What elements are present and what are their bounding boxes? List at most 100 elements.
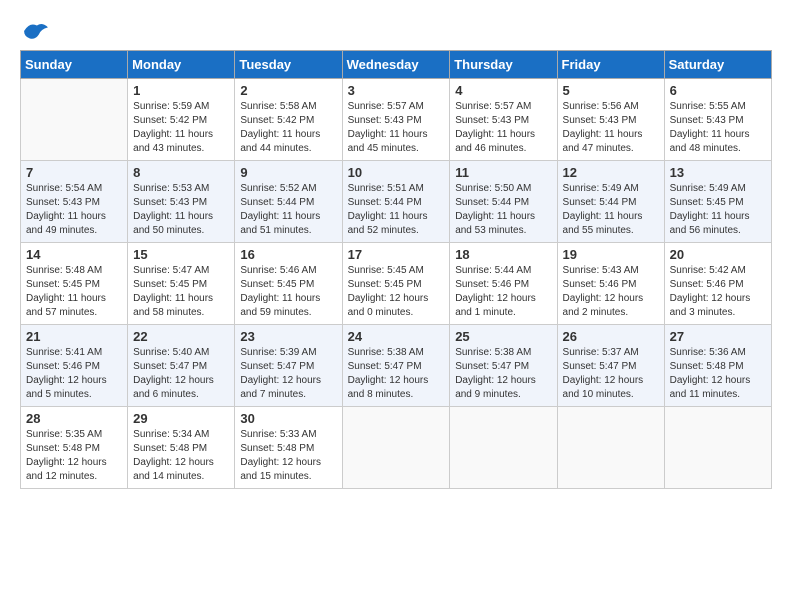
- calendar-day-cell: 18 Sunrise: 5:44 AM Sunset: 5:46 PM Dayli…: [450, 243, 557, 325]
- calendar-day-cell: 26Sunrise: 5:37 AM Sunset: 5:47 PM Dayli…: [557, 325, 664, 407]
- day-of-week-header: Sunday: [21, 51, 128, 79]
- calendar-header-row: SundayMondayTuesdayWednesdayThursdayFrid…: [21, 51, 772, 79]
- page-header: [20, 20, 772, 42]
- day-info: Sunrise: 5:42 AM Sunset: 5:46 PM Dayligh…: [670, 264, 766, 320]
- calendar-week-row: 1 Sunrise: 5:59 AM Sunset: 5:42 PM Daylig…: [21, 79, 772, 161]
- day-info: Sunrise: 5:46 AM Sunset: 5:45 PM Dayligh…: [240, 264, 336, 320]
- calendar-day-cell: 2 Sunrise: 5:58 AM Sunset: 5:42 PM Daylig…: [235, 79, 342, 161]
- day-of-week-header: Monday: [128, 51, 235, 79]
- calendar-week-row: 7 Sunrise: 5:54 AM Sunset: 5:43 PM Daylig…: [21, 161, 772, 243]
- calendar-week-row: 14 Sunrise: 5:48 AM Sunset: 5:45 PM Dayli…: [21, 243, 772, 325]
- day-info: Sunrise: 5:52 AM Sunset: 5:44 PM Dayligh…: [240, 182, 336, 238]
- calendar-day-cell: 14 Sunrise: 5:48 AM Sunset: 5:45 PM Dayli…: [21, 243, 128, 325]
- day-info: Sunrise: 5:47 AM Sunset: 5:45 PM Dayligh…: [133, 264, 229, 320]
- day-info: Sunrise: 5:57 AM Sunset: 5:43 PM Dayligh…: [455, 100, 551, 156]
- day-number: 25: [455, 329, 551, 344]
- calendar-day-cell: 10Sunrise: 5:51 AM Sunset: 5:44 PM Dayli…: [342, 161, 450, 243]
- day-number: 29: [133, 411, 229, 426]
- day-info: Sunrise: 5:40 AM Sunset: 5:47 PM Dayligh…: [133, 346, 229, 402]
- day-info: Sunrise: 5:38 AM Sunset: 5:47 PM Dayligh…: [348, 346, 445, 402]
- day-number: 12: [563, 165, 659, 180]
- calendar-week-row: 28 Sunrise: 5:35 AM Sunset: 5:48 PM Dayli…: [21, 407, 772, 489]
- day-info: Sunrise: 5:49 AM Sunset: 5:45 PM Dayligh…: [670, 182, 766, 238]
- day-info: Sunrise: 5:55 AM Sunset: 5:43 PM Dayligh…: [670, 100, 766, 156]
- day-number: 6: [670, 83, 766, 98]
- calendar-day-cell: 25 Sunrise: 5:38 AM Sunset: 5:47 PM Dayli…: [450, 325, 557, 407]
- day-number: 28: [26, 411, 122, 426]
- day-of-week-header: Saturday: [664, 51, 771, 79]
- day-number: 21: [26, 329, 122, 344]
- calendar-day-cell: 23 Sunrise: 5:39 AM Sunset: 5:47 PM Dayli…: [235, 325, 342, 407]
- calendar-day-cell: 7 Sunrise: 5:54 AM Sunset: 5:43 PM Daylig…: [21, 161, 128, 243]
- day-info: Sunrise: 5:38 AM Sunset: 5:47 PM Dayligh…: [455, 346, 551, 402]
- day-number: 20: [670, 247, 766, 262]
- calendar-day-cell: [21, 79, 128, 161]
- day-number: 24: [348, 329, 445, 344]
- day-info: Sunrise: 5:59 AM Sunset: 5:42 PM Dayligh…: [133, 100, 229, 156]
- calendar-day-cell: 1 Sunrise: 5:59 AM Sunset: 5:42 PM Daylig…: [128, 79, 235, 161]
- day-info: Sunrise: 5:33 AM Sunset: 5:48 PM Dayligh…: [240, 428, 336, 484]
- calendar-day-cell: 22 Sunrise: 5:40 AM Sunset: 5:47 PM Dayli…: [128, 325, 235, 407]
- calendar-day-cell: 27 Sunrise: 5:36 AM Sunset: 5:48 PM Dayli…: [664, 325, 771, 407]
- day-info: Sunrise: 5:49 AM Sunset: 5:44 PM Dayligh…: [563, 182, 659, 238]
- day-info: Sunrise: 5:48 AM Sunset: 5:45 PM Dayligh…: [26, 264, 122, 320]
- day-number: 23: [240, 329, 336, 344]
- calendar-day-cell: 19Sunrise: 5:43 AM Sunset: 5:46 PM Dayli…: [557, 243, 664, 325]
- day-info: Sunrise: 5:35 AM Sunset: 5:48 PM Dayligh…: [26, 428, 122, 484]
- day-info: Sunrise: 5:44 AM Sunset: 5:46 PM Dayligh…: [455, 264, 551, 320]
- calendar-day-cell: 30 Sunrise: 5:33 AM Sunset: 5:48 PM Dayli…: [235, 407, 342, 489]
- calendar-day-cell: 5 Sunrise: 5:56 AM Sunset: 5:43 PM Daylig…: [557, 79, 664, 161]
- calendar-day-cell: 4Sunrise: 5:57 AM Sunset: 5:43 PM Daylig…: [450, 79, 557, 161]
- day-number: 22: [133, 329, 229, 344]
- day-info: Sunrise: 5:36 AM Sunset: 5:48 PM Dayligh…: [670, 346, 766, 402]
- calendar-day-cell: [450, 407, 557, 489]
- calendar-day-cell: 12 Sunrise: 5:49 AM Sunset: 5:44 PM Dayli…: [557, 161, 664, 243]
- day-number: 5: [563, 83, 659, 98]
- day-number: 9: [240, 165, 336, 180]
- day-info: Sunrise: 5:39 AM Sunset: 5:47 PM Dayligh…: [240, 346, 336, 402]
- day-info: Sunrise: 5:54 AM Sunset: 5:43 PM Dayligh…: [26, 182, 122, 238]
- day-info: Sunrise: 5:50 AM Sunset: 5:44 PM Dayligh…: [455, 182, 551, 238]
- day-number: 18: [455, 247, 551, 262]
- calendar-day-cell: 13 Sunrise: 5:49 AM Sunset: 5:45 PM Dayli…: [664, 161, 771, 243]
- calendar-day-cell: 20 Sunrise: 5:42 AM Sunset: 5:46 PM Dayli…: [664, 243, 771, 325]
- day-number: 2: [240, 83, 336, 98]
- day-number: 8: [133, 165, 229, 180]
- calendar-day-cell: 9 Sunrise: 5:52 AM Sunset: 5:44 PM Daylig…: [235, 161, 342, 243]
- day-info: Sunrise: 5:51 AM Sunset: 5:44 PM Dayligh…: [348, 182, 445, 238]
- day-of-week-header: Tuesday: [235, 51, 342, 79]
- day-of-week-header: Thursday: [450, 51, 557, 79]
- day-number: 15: [133, 247, 229, 262]
- calendar-table: SundayMondayTuesdayWednesdayThursdayFrid…: [20, 50, 772, 489]
- calendar-day-cell: 15 Sunrise: 5:47 AM Sunset: 5:45 PM Dayli…: [128, 243, 235, 325]
- calendar-week-row: 21Sunrise: 5:41 AM Sunset: 5:46 PM Dayli…: [21, 325, 772, 407]
- day-info: Sunrise: 5:37 AM Sunset: 5:47 PM Dayligh…: [563, 346, 659, 402]
- calendar-day-cell: [342, 407, 450, 489]
- day-number: 27: [670, 329, 766, 344]
- day-number: 14: [26, 247, 122, 262]
- day-info: Sunrise: 5:53 AM Sunset: 5:43 PM Dayligh…: [133, 182, 229, 238]
- day-of-week-header: Friday: [557, 51, 664, 79]
- day-of-week-header: Wednesday: [342, 51, 450, 79]
- day-number: 19: [563, 247, 659, 262]
- calendar-day-cell: [664, 407, 771, 489]
- calendar-day-cell: 29Sunrise: 5:34 AM Sunset: 5:48 PM Dayli…: [128, 407, 235, 489]
- calendar-day-cell: 17Sunrise: 5:45 AM Sunset: 5:45 PM Dayli…: [342, 243, 450, 325]
- calendar-day-cell: 3 Sunrise: 5:57 AM Sunset: 5:43 PM Daylig…: [342, 79, 450, 161]
- day-number: 13: [670, 165, 766, 180]
- day-number: 7: [26, 165, 122, 180]
- day-info: Sunrise: 5:56 AM Sunset: 5:43 PM Dayligh…: [563, 100, 659, 156]
- calendar-day-cell: 6 Sunrise: 5:55 AM Sunset: 5:43 PM Daylig…: [664, 79, 771, 161]
- logo: [20, 20, 50, 42]
- day-info: Sunrise: 5:58 AM Sunset: 5:42 PM Dayligh…: [240, 100, 336, 156]
- day-number: 16: [240, 247, 336, 262]
- day-info: Sunrise: 5:45 AM Sunset: 5:45 PM Dayligh…: [348, 264, 445, 320]
- day-number: 1: [133, 83, 229, 98]
- day-info: Sunrise: 5:57 AM Sunset: 5:43 PM Dayligh…: [348, 100, 445, 156]
- calendar-day-cell: 21Sunrise: 5:41 AM Sunset: 5:46 PM Dayli…: [21, 325, 128, 407]
- day-number: 30: [240, 411, 336, 426]
- day-number: 3: [348, 83, 445, 98]
- calendar-day-cell: 28 Sunrise: 5:35 AM Sunset: 5:48 PM Dayli…: [21, 407, 128, 489]
- calendar-day-cell: [557, 407, 664, 489]
- day-number: 11: [455, 165, 551, 180]
